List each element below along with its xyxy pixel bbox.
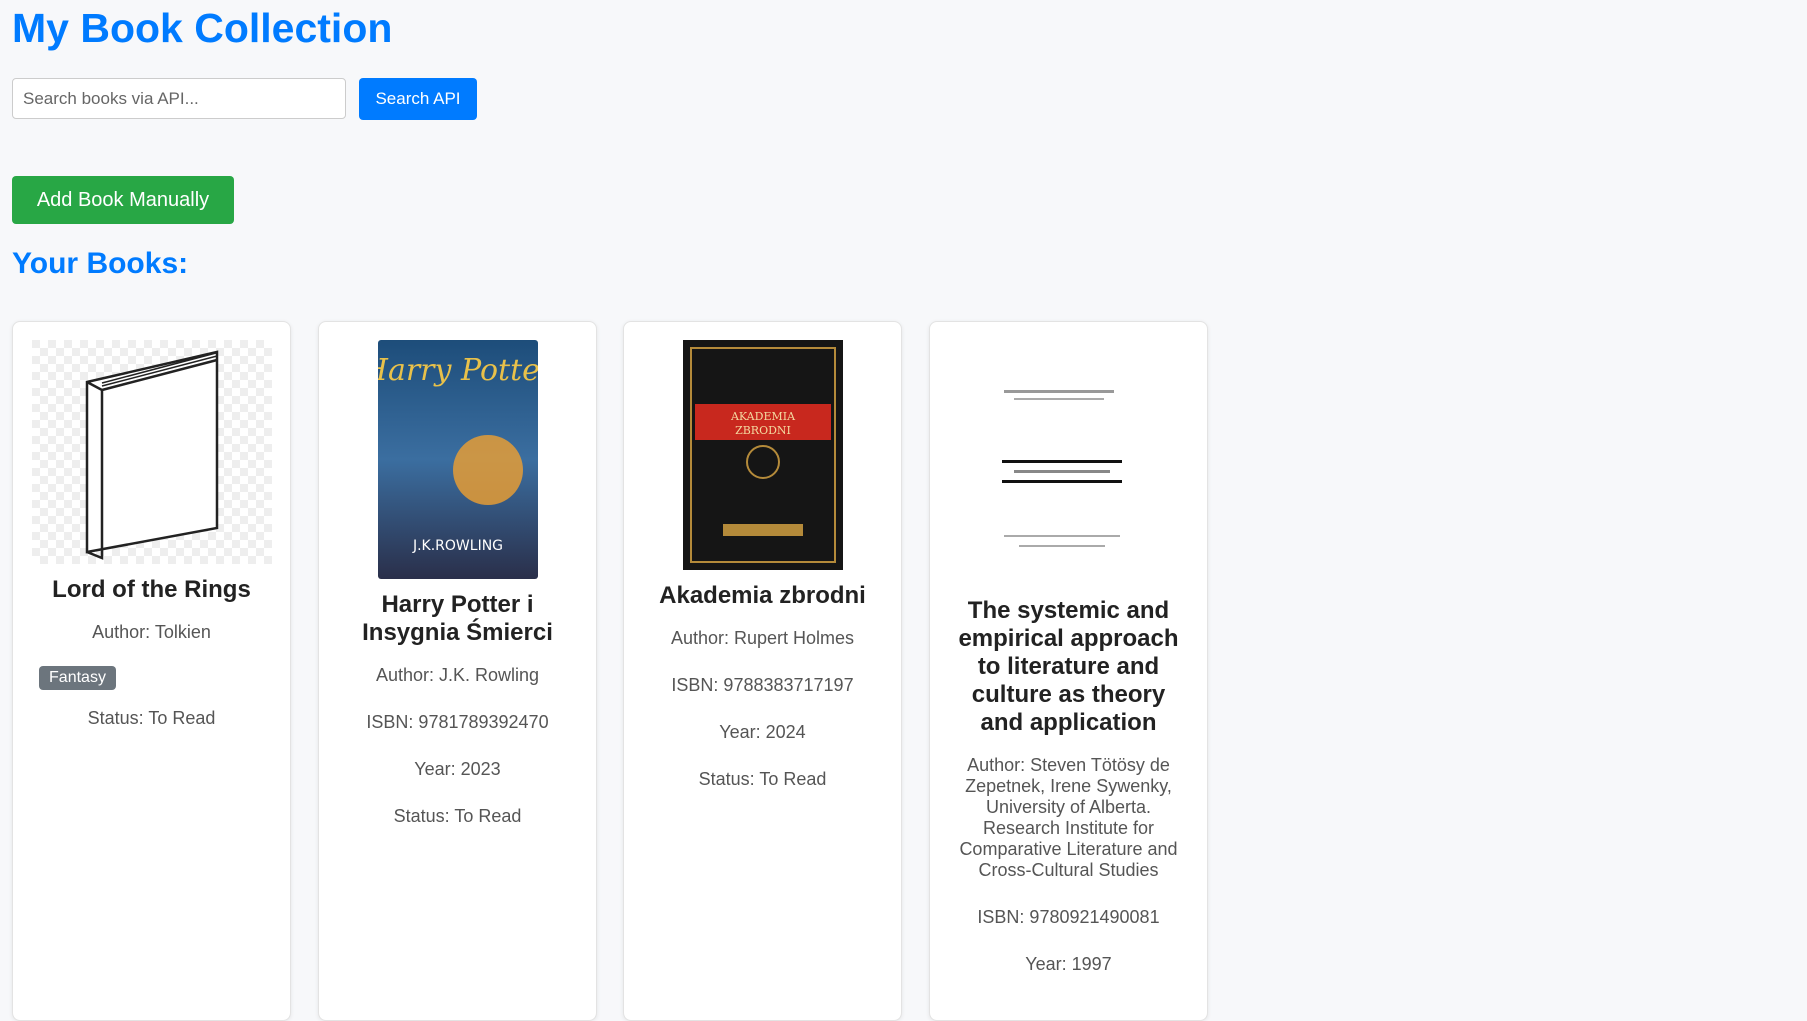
book-cover-image: AKADEMIA ZBRODNI [682,340,843,570]
add-book-manually-button[interactable]: Add Book Manually [12,176,234,224]
book-author: Author: Steven Tötösy de Zepetnek, Irene… [959,755,1178,880]
book-cover-image [983,340,1154,585]
book-author: Author: Tolkien [92,622,211,642]
book-card: Harry Potter J.K.ROWLING Harry Potter i … [318,321,597,1021]
book-isbn: ISBN: 9781789392470 [366,712,549,732]
book-title: The systemic and empirical approach to l… [958,597,1179,736]
book-year: Year: 1997 [1025,954,1112,974]
book-year: Year: 2023 [414,759,501,779]
page-title: My Book Collection [12,5,393,51]
svg-text:AKADEMIA: AKADEMIA [729,410,795,423]
search-input[interactable] [12,78,346,119]
book-year: Year: 2024 [719,722,806,742]
book-card: The systemic and empirical approach to l… [929,321,1208,1021]
book-placeholder-image [31,340,272,564]
book-status: Status: To Read [87,708,216,728]
book-title: Akademia zbrodni [659,582,866,609]
book-title: Harry Potter i Insygnia Śmierci [362,591,553,646]
book-status: Status: To Read [393,806,522,826]
book-card: Lord of the Rings Author: Tolkien Fantas… [12,321,291,1021]
genre-badge: Fantasy [39,666,116,690]
book-isbn: ISBN: 9780921490081 [977,907,1160,927]
svg-text:ZBRODNI: ZBRODNI [735,424,791,437]
book-card: AKADEMIA ZBRODNI Akademia zbrodni Author… [623,321,902,1021]
svg-text:Harry Potter: Harry Potter [378,353,538,388]
section-title: Your Books: [12,247,189,280]
book-author: Author: Rupert Holmes [670,628,855,648]
svg-text:J.K.ROWLING: J.K.ROWLING [411,538,502,554]
book-author: Author: J.K. Rowling [375,665,540,685]
book-status: Status: To Read [698,769,827,789]
search-api-button[interactable]: Search API [359,78,477,120]
book-title: Lord of the Rings [52,576,251,603]
book-cover-image: Harry Potter J.K.ROWLING [377,340,538,579]
book-isbn: ISBN: 9788383717197 [671,675,854,695]
